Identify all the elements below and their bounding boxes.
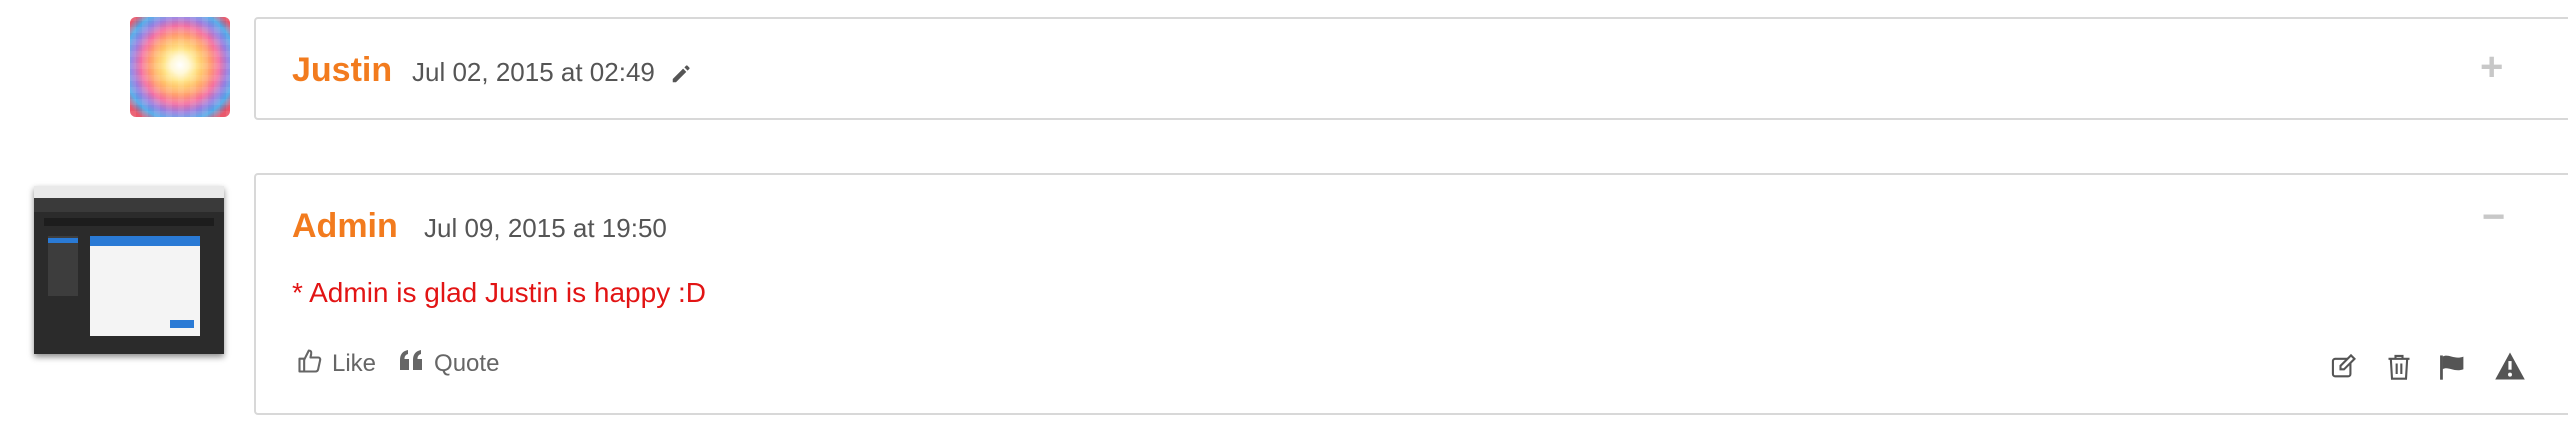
pencil-icon[interactable] <box>670 63 692 90</box>
avatar[interactable] <box>130 17 230 117</box>
quote-label: Quote <box>434 349 500 377</box>
avatar-thumbnail-part <box>34 198 224 212</box>
warning-icon[interactable] <box>2494 351 2526 386</box>
comment-actions: Like Quote <box>296 347 499 380</box>
comment-card: Justin Jul 02, 2015 at 02:49 + <box>254 17 2568 120</box>
edit-icon[interactable] <box>2330 353 2358 386</box>
quote-icon <box>398 348 426 379</box>
like-button[interactable]: Like <box>296 347 376 380</box>
comment-date: Jul 09, 2015 at 19:50 <box>424 213 667 243</box>
avatar-thumbnail-part <box>34 186 224 198</box>
quote-button[interactable]: Quote <box>398 348 499 379</box>
expand-toggle[interactable]: + <box>2480 47 2503 87</box>
flag-icon[interactable] <box>2438 353 2468 386</box>
thumbs-up-icon <box>296 347 324 380</box>
trash-icon[interactable] <box>2386 353 2412 386</box>
avatar-thumbnail-part <box>44 218 214 226</box>
collapse-toggle[interactable]: − <box>2482 197 2505 237</box>
comment-message: * Admin is glad Justin is happy :D <box>292 277 706 308</box>
like-label: Like <box>332 349 377 377</box>
avatar[interactable] <box>34 186 224 354</box>
comment-author[interactable]: Justin <box>292 51 392 90</box>
comment-card: Admin Jul 09, 2015 at 19:50 − * Admin is… <box>254 173 2568 415</box>
comment-author[interactable]: Admin <box>292 207 398 246</box>
avatar-thumbnail-part <box>90 236 200 336</box>
comment-date: Jul 02, 2015 at 02:49 <box>412 57 655 87</box>
avatar-thumbnail-part <box>48 236 78 296</box>
